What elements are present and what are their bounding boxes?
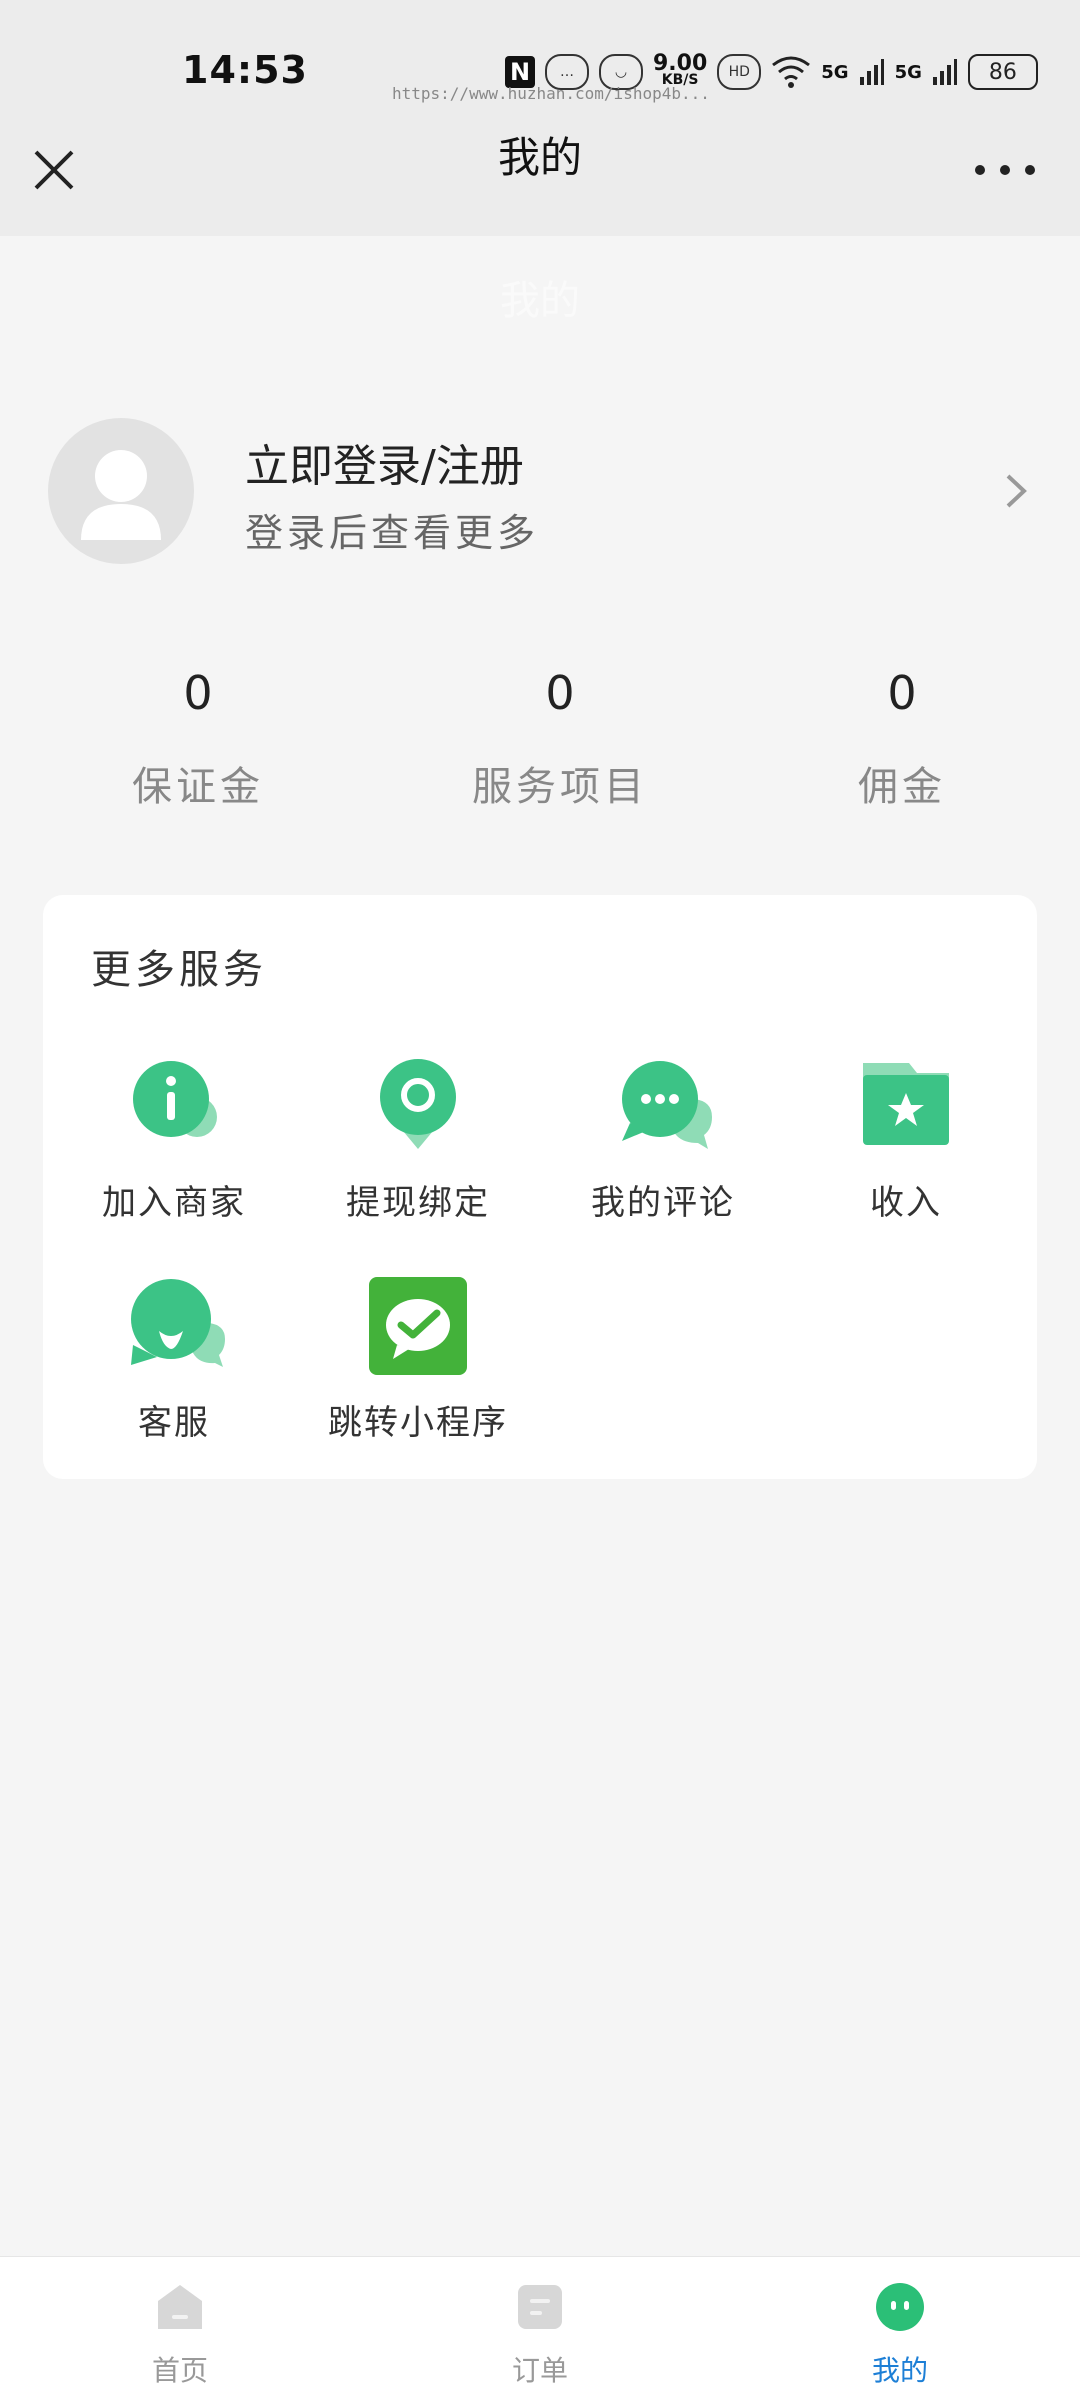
mini-program-icon — [369, 1277, 467, 1375]
home-icon — [158, 2285, 202, 2329]
service-join-merchant[interactable]: 加入商家 — [74, 1055, 274, 1224]
tab-label: 我的 — [871, 2354, 928, 2387]
service-label: 收入 — [870, 1183, 942, 1223]
tab-orders[interactable]: 订单 — [460, 2281, 620, 2389]
more-dot — [1000, 165, 1010, 175]
stat-value: 0 — [545, 666, 575, 720]
bottom-tab-bar: 首页 订单 我的 — [0, 2256, 1080, 2400]
sim2-bars-icon — [932, 59, 957, 85]
service-label: 客服 — [138, 1403, 210, 1443]
stat-service-items[interactable]: 0 服务项目 — [430, 666, 690, 812]
stat-value: 0 — [183, 666, 213, 720]
service-open-mini-program[interactable]: 跳转小程序 — [318, 1275, 518, 1444]
battery-indicator: 86 — [967, 54, 1038, 90]
tab-mine[interactable]: 我的 — [820, 2281, 980, 2389]
chevron-right-icon[interactable] — [1002, 470, 1030, 512]
watermark-text: https://www.huzhan.com/ishop4b... — [392, 84, 710, 103]
star-folder-icon — [863, 1063, 949, 1145]
chat-bubble-icon — [622, 1061, 712, 1149]
more-dot — [1025, 165, 1035, 175]
status-time: 14:53 — [182, 48, 308, 92]
service-label: 我的评论 — [591, 1183, 735, 1223]
location-pin-icon — [380, 1059, 456, 1149]
more-dot — [975, 165, 985, 175]
service-income[interactable]: 收入 — [806, 1055, 1006, 1224]
tab-home[interactable]: 首页 — [100, 2281, 260, 2389]
section-title: 更多服务 — [91, 947, 267, 993]
login-register-link[interactable]: 立即登录/注册 — [245, 430, 524, 494]
page-header-title: 我的 — [500, 278, 580, 324]
top-bar: 14:53 N … ◡ 9.00 KB/S HD 5G 5G 86 https:… — [0, 0, 1080, 236]
stat-label: 服务项目 — [472, 764, 648, 810]
wifi-icon — [772, 56, 811, 88]
customer-service-icon — [131, 1279, 225, 1367]
stat-value: 0 — [887, 666, 917, 720]
tab-label: 订单 — [511, 2354, 568, 2387]
tab-label: 首页 — [151, 2354, 208, 2387]
stat-commission[interactable]: 0 佣金 — [772, 666, 1032, 812]
more-options-button[interactable] — [975, 160, 1035, 180]
hd-icon: HD — [717, 54, 762, 90]
more-services-card: 更多服务 加入商家 提现绑定 我的评论 收入 客服 跳转小程序 — [43, 895, 1037, 1479]
service-label: 加入商家 — [102, 1183, 246, 1223]
avatar[interactable] — [48, 418, 194, 564]
stat-label: 佣金 — [858, 764, 946, 810]
service-label: 提现绑定 — [346, 1183, 490, 1223]
stat-deposit[interactable]: 0 保证金 — [68, 666, 328, 812]
default-avatar-icon — [81, 450, 161, 540]
sim1-bars-icon — [859, 59, 884, 85]
service-withdraw-binding[interactable]: 提现绑定 — [318, 1055, 518, 1224]
mine-page-screen: 14:53 N … ◡ 9.00 KB/S HD 5G 5G 86 https:… — [0, 0, 1080, 2400]
service-customer-service[interactable]: 客服 — [74, 1275, 274, 1444]
sim1-signal: 5G — [821, 61, 849, 83]
stat-label: 保证金 — [132, 764, 264, 810]
service-my-comments[interactable]: 我的评论 — [563, 1055, 763, 1224]
profile-icon — [876, 2283, 924, 2331]
sim2-signal: 5G — [894, 61, 922, 83]
order-icon — [518, 2285, 562, 2329]
nav-title: 我的 — [497, 133, 582, 182]
info-icon — [133, 1061, 217, 1137]
service-label: 跳转小程序 — [328, 1403, 508, 1443]
login-subtitle: 登录后查看更多 — [245, 511, 540, 555]
net-speed-value: 9.00 — [653, 51, 708, 76]
